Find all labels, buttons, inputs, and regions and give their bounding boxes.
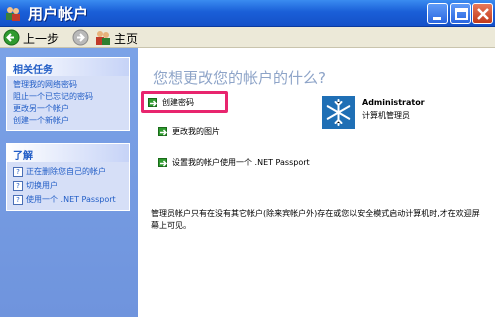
minimize-button[interactable] [427,3,448,24]
snowflake-avatar-icon [322,96,355,129]
task-create-new-account[interactable]: 创建一个新帐户 [13,115,125,127]
minimize-icon [433,17,441,20]
task-manage-network-passwords[interactable]: 管理我的网络密码 [13,79,125,91]
maximize-button[interactable] [450,3,471,24]
window-title: 用户帐户 [28,5,89,23]
page-heading: 您想更改您的帐户的什么? [153,69,326,87]
task-pane: 相关任务 管理我的网络密码 阻止一个已忘记的密码 更改另一个帐户 创建一个新帐户… [0,48,138,317]
user-accounts-icon [6,7,20,21]
task-change-another-account[interactable]: 更改另一个帐户 [13,103,125,115]
action-label: 创建密码 [162,98,194,107]
user-role: 计算机管理员 [362,111,410,120]
close-button[interactable] [472,3,493,24]
action-label: 设置我的帐户使用一个 .NET Passport [172,158,310,167]
learn-item-label: 正在删除您自己的帐户 [26,167,106,176]
title-bar[interactable]: 用户帐户 [0,0,495,27]
related-tasks-title[interactable]: 相关任务 [7,58,129,76]
home-users-icon[interactable] [94,29,112,46]
green-arrow-icon [158,127,168,136]
back-arrow-icon[interactable] [3,29,20,46]
learn-item[interactable]: ? 切换用户 [13,179,125,193]
learn-item-label: 使用一个 .NET Passport [26,195,116,204]
learn-item-label: 切换用户 [26,181,58,190]
maximize-icon [455,8,468,20]
help-topic-icon: ? [13,195,23,205]
related-tasks-panel: 相关任务 管理我的网络密码 阻止一个已忘记的密码 更改另一个帐户 创建一个新帐户 [6,57,130,131]
green-arrow-icon [158,158,168,167]
action-label: 更改我的图片 [172,127,220,136]
info-note: 管理员帐户只有在没有其它帐户(除来宾帐户外)存在或您以安全模式启动计算机时,才在… [151,209,480,230]
task-prevent-forgotten-password[interactable]: 阻止一个已忘记的密码 [13,91,125,103]
user-name: Administrator [362,98,425,107]
green-arrow-icon [148,98,158,107]
learn-panel: 了解 ? 正在删除您自己的帐户 ? 切换用户 ? 使用一个 .NET Passp… [6,143,130,211]
forward-arrow-icon[interactable] [72,29,89,46]
back-button-label[interactable]: 上一步 [23,30,59,47]
learn-title[interactable]: 了解 [7,144,129,162]
close-icon [477,8,489,20]
main-content: 您想更改您的帐户的什么? [138,48,495,317]
home-button-label[interactable]: 主页 [114,30,138,47]
learn-item[interactable]: ? 使用一个 .NET Passport [13,193,125,207]
help-topic-icon: ? [13,181,23,191]
help-topic-icon: ? [13,167,23,177]
toolbar: 上一步 主页 [0,27,495,48]
learn-item[interactable]: ? 正在删除您自己的帐户 [13,165,125,179]
